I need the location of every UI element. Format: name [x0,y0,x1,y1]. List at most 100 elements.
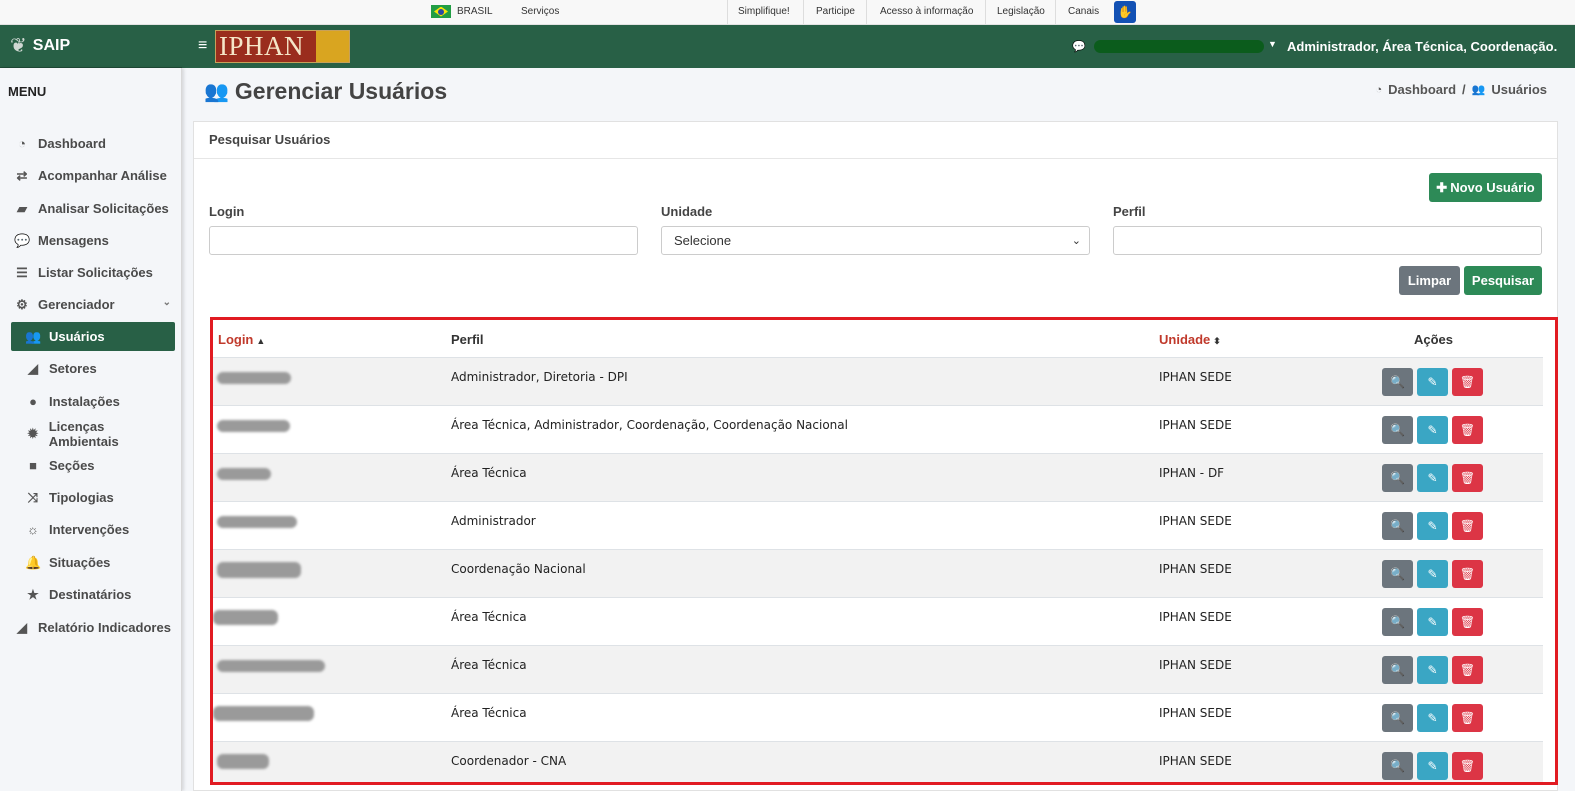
sidebar-item-analisar-solicitacoes[interactable]: ▰ Analisar Solicitações [11,194,175,223]
gov-link-legislacao[interactable]: Legislação [997,6,1045,17]
delete-button[interactable]: 🗑 [1452,752,1483,780]
sidebar-item-situacoes[interactable]: 🔔 Situações [11,548,175,577]
gov-link-servicos[interactable]: Serviços [521,6,559,17]
view-button[interactable]: 🔍 [1382,416,1413,444]
chat-icon[interactable]: 💬 [1072,40,1086,53]
column-header-login[interactable]: Login ▲ [218,332,265,347]
gov-top-bar: BRASIL Serviços Simplifique! Participe A… [0,0,1575,25]
sidebar-item-destinatarios[interactable]: ★ Destinatários [11,580,175,609]
column-header-unidade[interactable]: Unidade ⬍ [1159,332,1221,347]
edit-button[interactable]: ✎ [1417,560,1448,588]
sidebar-item-dashboard[interactable]: ◔ Dashboard [11,129,175,158]
page-title: 👥 Gerenciar Usuários [204,78,447,105]
sidebar-item-listar-solicitacoes[interactable]: ☰ Listar Solicitações [11,258,175,287]
users-icon: 👥 [25,328,42,344]
cell-unidade: IPHAN SEDE [1159,370,1232,384]
sort-up-icon: ▲ [256,336,266,346]
column-header-perfil: Perfil [451,332,484,347]
trash-icon: 🗑 [1459,423,1476,437]
cell-perfil: Administrador, Diretoria - DPI [451,370,628,384]
edit-button[interactable]: ✎ [1417,608,1448,636]
edit-icon: ✎ [1427,375,1438,389]
table-row: Coordenador - CNA IPHAN SEDE 🔍 ✎ 🗑 [213,742,1543,782]
edit-button[interactable]: ✎ [1417,656,1448,684]
hamburger-menu-icon[interactable]: ≡ [198,37,207,55]
sidebar-item-label: Intervenções [49,522,130,537]
view-button[interactable]: 🔍 [1382,560,1413,588]
user-roles-label[interactable]: Administrador, Área Técnica, Coordenação… [1287,39,1557,54]
sidebar-item-gerenciador[interactable]: ⚙ Gerenciador ⌄ [11,290,175,319]
sidebar-item-acompanhar-analise[interactable]: ⇄ Acompanhar Análise [11,161,175,190]
trash-icon: 🗑 [1459,615,1476,629]
gov-link-canais[interactable]: Canais [1068,6,1099,17]
sidebar-item-label: Acompanhar Análise [38,168,167,183]
redacted-login [213,706,314,721]
view-button[interactable]: 🔍 [1382,752,1413,780]
gov-link-acesso-informacao[interactable]: Acesso à informação [880,6,973,17]
view-button[interactable]: 🔍 [1382,368,1413,396]
login-input[interactable] [209,226,638,255]
sidebar-item-mensagens[interactable]: 💬 Mensagens [11,226,175,255]
brasil-link[interactable]: BRASIL [431,5,493,18]
unidade-select[interactable]: Selecione ⌄ [661,226,1090,255]
redacted-user-name[interactable] [1094,40,1264,53]
new-user-button[interactable]: ✚ Novo Usuário [1429,173,1542,202]
edit-button[interactable]: ✎ [1417,464,1448,492]
perfil-label: Perfil [1113,204,1146,219]
brand-header[interactable]: ❦ SAIP [0,25,182,68]
delete-button[interactable]: 🗑 [1452,416,1483,444]
cell-perfil: Coordenador - CNA [451,754,567,768]
perfil-input[interactable] [1113,226,1542,255]
redacted-login [213,610,278,625]
view-button[interactable]: 🔍 [1382,608,1413,636]
sidebar-item-usuarios[interactable]: 👥 Usuários [11,322,175,351]
main-header: ≡ IPHAN 💬 ▼ Administrador, Área Técnica,… [182,25,1575,68]
delete-button[interactable]: 🗑 [1452,656,1483,684]
redacted-login [217,754,269,769]
trash-icon: 🗑 [1459,375,1476,389]
sidebar-item-secoes[interactable]: ■ Seções [11,451,175,480]
edit-button[interactable]: ✎ [1417,512,1448,540]
gov-link-participe[interactable]: Participe [816,6,855,17]
vlibras-accessibility-icon[interactable]: ✋ [1114,1,1136,23]
delete-button[interactable]: 🗑 [1452,608,1483,636]
cell-perfil: Área Técnica [451,658,527,672]
sidebar-item-label: Gerenciador [38,297,115,312]
cell-perfil: Área Técnica, Administrador, Coordenação… [451,418,848,432]
sidebar-item-setores[interactable]: ◢ Setores [11,354,175,383]
view-button[interactable]: 🔍 [1382,464,1413,492]
clear-button[interactable]: Limpar [1399,266,1460,295]
delete-button[interactable]: 🗑 [1452,560,1483,588]
sidebar-item-licencas-ambientais[interactable]: ✹ Licenças Ambientais [11,419,175,449]
edit-button[interactable]: ✎ [1417,704,1448,732]
gov-link-simplifique[interactable]: Simplifique! [738,6,790,17]
edit-button[interactable]: ✎ [1417,368,1448,396]
page-title-text: Gerenciar Usuários [234,78,448,104]
iphan-logo-emblem [316,31,349,62]
sidebar-item-intervencoes[interactable]: ☼ Intervenções [11,515,175,544]
caret-down-icon[interactable]: ▼ [1268,39,1277,49]
view-button[interactable]: 🔍 [1382,656,1413,684]
sidebar-item-relatorio-indicadores[interactable]: ◢ Relatório Indicadores [11,613,175,642]
sidebar-item-label: Mensagens [38,233,109,248]
view-button[interactable]: 🔍 [1382,704,1413,732]
sidebar-item-tipologias[interactable]: ⤨ Tipologias [11,483,175,512]
cell-perfil: Administrador [451,514,536,528]
delete-button[interactable]: 🗑 [1452,512,1483,540]
list-icon: ☰ [16,264,28,280]
search-button[interactable]: Pesquisar [1464,266,1542,295]
trash-icon: 🗑 [1459,471,1476,485]
breadcrumb-dashboard[interactable]: Dashboard [1388,82,1456,97]
table-row: Coordenação Nacional IPHAN SEDE 🔍 ✎ 🗑 [213,550,1543,598]
sidebar-item-instalacoes[interactable]: ● Instalações [11,387,175,416]
table-row: Área Técnica IPHAN - DF 🔍 ✎ 🗑 [213,454,1543,502]
view-button[interactable]: 🔍 [1382,512,1413,540]
dashboard-icon: ◔ [1375,83,1383,96]
edit-button[interactable]: ✎ [1417,416,1448,444]
edit-icon: ✎ [1427,423,1438,437]
delete-button[interactable]: 🗑 [1452,464,1483,492]
delete-button[interactable]: 🗑 [1452,368,1483,396]
gov-separator [866,0,867,24]
edit-button[interactable]: ✎ [1417,752,1448,780]
delete-button[interactable]: 🗑 [1452,704,1483,732]
